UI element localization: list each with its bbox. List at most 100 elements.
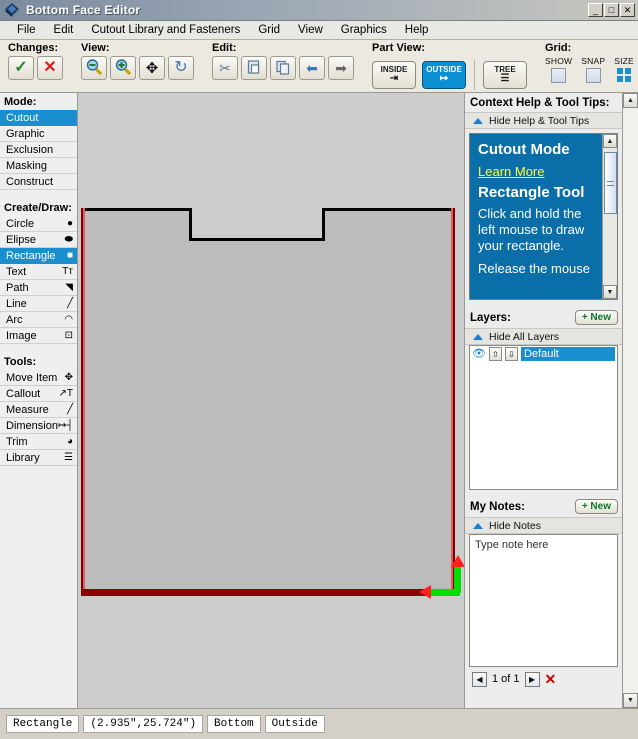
accept-changes-button[interactable]: ✓ xyxy=(8,56,34,80)
draw-item-arc[interactable]: Arc ◠ xyxy=(0,312,77,328)
draw-item-rectangle[interactable]: Rectangle ■ xyxy=(0,248,77,264)
tool-item-measure[interactable]: Measure ╱ xyxy=(0,402,77,418)
layers-list[interactable]: 👁 ⇧ ⇩ Default xyxy=(469,345,618,490)
right-panel-scrollbar[interactable]: ▲ ▼ xyxy=(622,93,638,708)
new-note-button[interactable]: + New xyxy=(574,499,618,514)
cut-button[interactable]: ✂ xyxy=(212,56,238,80)
scrollbar-track[interactable] xyxy=(623,108,638,693)
learn-more-link[interactable]: Learn More xyxy=(478,164,592,179)
note-text-input[interactable]: Type note here xyxy=(469,534,618,667)
zoom-in-button[interactable] xyxy=(110,56,136,80)
tool-item-dimension[interactable]: Dimension ↦┤ xyxy=(0,418,77,434)
minimize-button[interactable]: _ xyxy=(588,3,603,17)
toolbar-group-view: View: ✥ ↻ xyxy=(73,40,200,92)
chevron-up-icon xyxy=(473,117,483,124)
paste-button[interactable] xyxy=(241,56,267,80)
layer-move-down-button[interactable]: ⇩ xyxy=(504,347,518,361)
tool-item-label: Dimension xyxy=(6,419,58,432)
mode-item-cutout[interactable]: Cutout xyxy=(0,110,77,126)
menu-edit[interactable]: Edit xyxy=(45,22,83,38)
scrollbar-thumb[interactable] xyxy=(603,152,617,214)
tree-button[interactable]: TREE ☰ xyxy=(483,61,527,89)
draw-item-path[interactable]: Path ◥ xyxy=(0,280,77,296)
drawing-canvas[interactable] xyxy=(78,93,464,708)
grid-size-icon[interactable] xyxy=(617,68,632,82)
hide-help-label: Hide Help & Tool Tips xyxy=(489,114,590,127)
scroll-up-icon[interactable]: ▲ xyxy=(623,93,638,108)
maximize-button[interactable]: □ xyxy=(604,3,619,17)
eye-icon[interactable]: 👁 xyxy=(472,348,486,360)
scroll-down-icon[interactable]: ▼ xyxy=(603,285,617,299)
part-view-outside-button[interactable]: OUTSIDE ↦ xyxy=(422,61,466,89)
grid-show-checkbox[interactable] xyxy=(551,68,567,83)
selection-edge-left[interactable] xyxy=(81,208,85,592)
grid-snap-checkbox[interactable] xyxy=(585,68,601,83)
draw-item-elipse[interactable]: Elipse ⬬ xyxy=(0,232,77,248)
chevron-up-icon xyxy=(473,522,483,529)
paste-icon xyxy=(246,59,262,78)
tool-item-trim[interactable]: Trim ◕ xyxy=(0,434,77,450)
menu-file[interactable]: File xyxy=(8,22,45,38)
dimension-icon: ↦┤ xyxy=(57,419,74,431)
copy-button[interactable] xyxy=(270,56,296,80)
selection-edge-right[interactable] xyxy=(451,208,455,592)
menu-help[interactable]: Help xyxy=(396,22,438,38)
layer-name-label[interactable]: Default xyxy=(520,347,615,361)
tool-item-label: Callout xyxy=(6,387,41,400)
tool-item-callout[interactable]: Callout ↗T xyxy=(0,386,77,402)
menu-view[interactable]: View xyxy=(289,22,332,38)
draw-item-text[interactable]: Text Tт xyxy=(0,264,77,280)
panel-spacer xyxy=(0,190,77,199)
note-prev-button[interactable]: ◀ xyxy=(472,671,487,687)
outline-top-left xyxy=(81,208,192,211)
mode-item-label: Cutout xyxy=(6,111,39,124)
help-scrollbar[interactable]: ▲ ▼ xyxy=(602,134,617,299)
drag-arrow-up-icon[interactable] xyxy=(451,555,464,567)
zoom-out-button[interactable] xyxy=(81,56,107,80)
mode-item-construct[interactable]: Construct xyxy=(0,174,77,190)
reject-changes-button[interactable]: ✕ xyxy=(37,56,63,80)
zoom-out-icon xyxy=(85,58,103,79)
zoom-in-icon xyxy=(114,58,132,79)
selection-edge-bottom[interactable] xyxy=(81,589,455,596)
copy-icon xyxy=(275,59,291,78)
menu-graphics[interactable]: Graphics xyxy=(332,22,396,38)
circle-icon: ● xyxy=(66,217,73,229)
draw-item-image[interactable]: Image ⊡ xyxy=(0,328,77,344)
hide-help-toggle[interactable]: Hide Help & Tool Tips xyxy=(465,112,622,129)
window-titlebar: Bottom Face Editor _ □ ✕ xyxy=(0,0,638,21)
menu-grid[interactable]: Grid xyxy=(249,22,289,38)
layer-move-up-button[interactable]: ⇧ xyxy=(488,347,502,361)
undo-button[interactable]: ⬅ xyxy=(299,56,325,80)
scroll-down-icon[interactable]: ▼ xyxy=(623,693,638,708)
refresh-button[interactable]: ↻ xyxy=(168,56,194,80)
note-next-button[interactable]: ▶ xyxy=(524,671,540,687)
close-button[interactable]: ✕ xyxy=(620,3,635,17)
draw-item-label: Line xyxy=(6,297,27,310)
hide-all-layers-toggle[interactable]: Hide All Layers xyxy=(465,328,622,345)
hide-notes-toggle[interactable]: Hide Notes xyxy=(465,517,622,534)
mode-item-masking[interactable]: Masking xyxy=(0,158,77,174)
part-view-inside-button[interactable]: INSIDE ⇥ xyxy=(372,61,416,89)
pan-button[interactable]: ✥ xyxy=(139,56,165,80)
resize-handle-vertical[interactable] xyxy=(454,563,461,593)
mode-item-exclusion[interactable]: Exclusion xyxy=(0,142,77,158)
bottom-face-part-outline[interactable] xyxy=(81,208,464,599)
new-layer-button[interactable]: + New xyxy=(574,310,618,325)
draw-item-line[interactable]: Line ╱ xyxy=(0,296,77,312)
tool-item-move-item[interactable]: Move Item ✥ xyxy=(0,370,77,386)
draw-item-circle[interactable]: Circle ● xyxy=(0,216,77,232)
layer-row[interactable]: 👁 ⇧ ⇩ Default xyxy=(470,346,617,362)
redo-button[interactable]: ➡ xyxy=(328,56,354,80)
image-icon: ⊡ xyxy=(64,329,73,341)
status-bar: Rectangle (2.935",25.724") Bottom Outsid… xyxy=(0,708,638,739)
delete-note-button[interactable]: ✕ xyxy=(545,672,557,686)
menu-cutout-library-and-fasteners[interactable]: Cutout Library and Fasteners xyxy=(82,22,249,38)
drag-arrow-left-icon[interactable] xyxy=(419,585,431,599)
mode-item-graphic[interactable]: Graphic xyxy=(0,126,77,142)
scroll-up-icon[interactable]: ▲ xyxy=(603,134,617,148)
arc-icon: ◠ xyxy=(64,313,73,325)
tool-item-library[interactable]: Library ☰ xyxy=(0,450,77,466)
tree-list-icon: ☰ xyxy=(500,73,510,85)
undo-arrow-icon: ⬅ xyxy=(306,60,318,76)
